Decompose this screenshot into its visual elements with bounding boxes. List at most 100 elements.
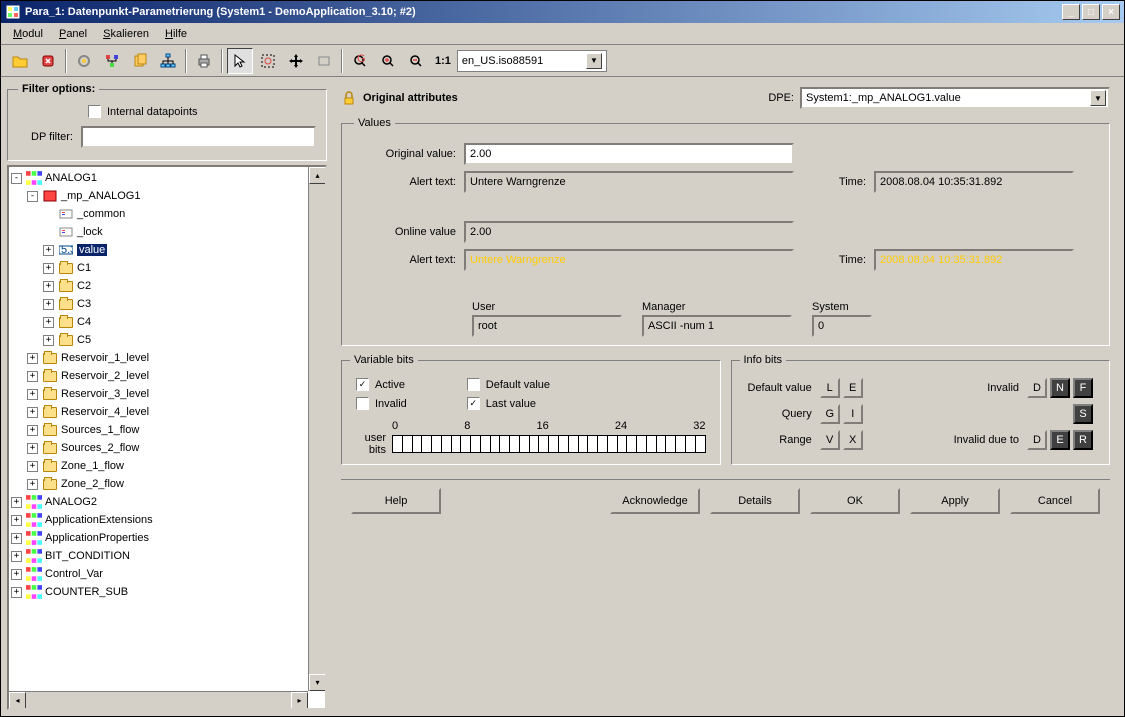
tree-expander[interactable]: + (11, 587, 22, 598)
tree-expander[interactable]: + (27, 353, 38, 364)
tree-expander[interactable]: + (27, 479, 38, 490)
tree-node[interactable]: +Control_Var (11, 565, 323, 583)
tree-node[interactable]: +Sources_2_flow (11, 439, 323, 457)
bit-f[interactable]: F (1073, 378, 1093, 398)
invalid-checkbox[interactable] (356, 397, 369, 410)
internal-dp-checkbox[interactable] (88, 105, 101, 118)
tree-scrollbar-vertical[interactable]: ▴ ▾ (308, 167, 325, 691)
tree-node[interactable]: +Reservoir_1_level (11, 349, 323, 367)
bit-l[interactable]: L (820, 378, 840, 398)
bit-v[interactable]: V (820, 430, 840, 450)
apply-button[interactable]: Apply (910, 488, 1000, 514)
zoom-reset-icon[interactable]: G (347, 48, 373, 74)
tree-node[interactable]: +5.3value (11, 241, 323, 259)
zoom-in-icon[interactable] (375, 48, 401, 74)
help-button[interactable]: Help (351, 488, 441, 514)
maximize-button[interactable]: □ (1082, 4, 1100, 20)
tree-expander[interactable]: + (11, 497, 22, 508)
scroll-down-icon[interactable]: ▾ (309, 674, 326, 691)
bit-s[interactable]: S (1073, 404, 1093, 424)
scroll-right-icon[interactable]: ▸ (291, 692, 308, 709)
bit-e[interactable]: E (843, 378, 863, 398)
tree-expander[interactable]: + (43, 299, 54, 310)
encoding-select[interactable]: en_US.iso88591 ▼ (457, 50, 607, 72)
ok-button[interactable]: OK (810, 488, 900, 514)
bit-d2[interactable]: D (1027, 430, 1047, 450)
bit-d[interactable]: D (1027, 378, 1047, 398)
gear-icon[interactable] (71, 48, 97, 74)
nodes-icon[interactable] (99, 48, 125, 74)
tree-node[interactable]: +C1 (11, 259, 323, 277)
pointer-icon[interactable] (227, 48, 253, 74)
tree-expander[interactable]: + (27, 461, 38, 472)
dp-filter-input[interactable] (81, 126, 316, 148)
tree-expander[interactable]: + (27, 443, 38, 454)
tree-node[interactable]: -ANALOG1 (11, 169, 323, 187)
scroll-left-icon[interactable]: ◂ (9, 692, 26, 709)
tree-node[interactable]: _common (11, 205, 323, 223)
tree-node[interactable]: +ANALOG2 (11, 493, 323, 511)
delete-icon[interactable] (35, 48, 61, 74)
bit-x[interactable]: X (843, 430, 863, 450)
tree-node[interactable]: +C4 (11, 313, 323, 331)
tree-node[interactable]: +Sources_1_flow (11, 421, 323, 439)
tree-expander[interactable]: - (27, 191, 38, 202)
dpe-select[interactable]: System1:_mp_ANALOG1.value ▼ (800, 87, 1110, 109)
bit-i[interactable]: I (843, 404, 863, 424)
tree-expander[interactable]: + (11, 569, 22, 580)
tree-icon[interactable] (155, 48, 181, 74)
tree-expander[interactable]: + (43, 245, 54, 256)
bit-r[interactable]: R (1073, 430, 1093, 450)
tree-expander[interactable]: + (43, 281, 54, 292)
close-button[interactable]: × (1102, 4, 1120, 20)
tree-node[interactable]: +C2 (11, 277, 323, 295)
tree-node[interactable]: +Zone_2_flow (11, 475, 323, 493)
zoom-out-icon[interactable] (403, 48, 429, 74)
open-icon[interactable] (7, 48, 33, 74)
menu-panel[interactable]: Panel (51, 26, 95, 42)
tree-node[interactable]: +Reservoir_2_level (11, 367, 323, 385)
default-value-checkbox[interactable] (467, 378, 480, 391)
details-button[interactable]: Details (710, 488, 800, 514)
tree-node[interactable]: +C3 (11, 295, 323, 313)
active-checkbox[interactable]: ✓ (356, 378, 369, 391)
tree-node[interactable]: _lock (11, 223, 323, 241)
tree-expander[interactable]: + (11, 515, 22, 526)
tree-expander[interactable]: + (43, 317, 54, 328)
rectangle-icon[interactable] (311, 48, 337, 74)
orig-value-input[interactable]: 2.00 (464, 143, 794, 165)
tree-expander[interactable]: + (27, 407, 38, 418)
tree-expander[interactable]: + (27, 371, 38, 382)
tree-expander[interactable]: - (11, 173, 22, 184)
copy-icon[interactable] (127, 48, 153, 74)
tree-node[interactable]: +C5 (11, 331, 323, 349)
bit-e2[interactable]: E (1050, 430, 1070, 450)
print-icon[interactable] (191, 48, 217, 74)
tree-expander[interactable]: + (43, 335, 54, 346)
bit-n[interactable]: N (1050, 378, 1070, 398)
tree-node[interactable]: -_mp_ANALOG1 (11, 187, 323, 205)
tree-expander[interactable]: + (27, 389, 38, 400)
tree-node[interactable]: +ApplicationExtensions (11, 511, 323, 529)
datapoint-tree[interactable]: -ANALOG1-_mp_ANALOG1_common_lock+5.3valu… (7, 165, 327, 710)
tree-scrollbar-horizontal[interactable]: ◂ ▸ (9, 691, 308, 708)
bit-g[interactable]: G (820, 404, 840, 424)
zoom-area-icon[interactable] (255, 48, 281, 74)
tree-expander[interactable]: + (43, 263, 54, 274)
cancel-button[interactable]: Cancel (1010, 488, 1100, 514)
acknowledge-button[interactable]: Acknowledge (610, 488, 700, 514)
tree-node[interactable]: +Reservoir_3_level (11, 385, 323, 403)
tree-node[interactable]: +ApplicationProperties (11, 529, 323, 547)
menu-modul[interactable]: Modul (5, 26, 51, 42)
minimize-button[interactable]: _ (1062, 4, 1080, 20)
scroll-up-icon[interactable]: ▴ (309, 167, 326, 184)
tree-node[interactable]: +Zone_1_flow (11, 457, 323, 475)
tree-expander[interactable]: + (11, 533, 22, 544)
menu-hilfe[interactable]: Hilfe (157, 26, 195, 42)
tree-node[interactable]: +COUNTER_SUB (11, 583, 323, 601)
tree-expander[interactable]: + (11, 551, 22, 562)
menu-skalieren[interactable]: Skalieren (95, 26, 157, 42)
tree-expander[interactable]: + (27, 425, 38, 436)
tree-node[interactable]: +Reservoir_4_level (11, 403, 323, 421)
tree-node[interactable]: +BIT_CONDITION (11, 547, 323, 565)
